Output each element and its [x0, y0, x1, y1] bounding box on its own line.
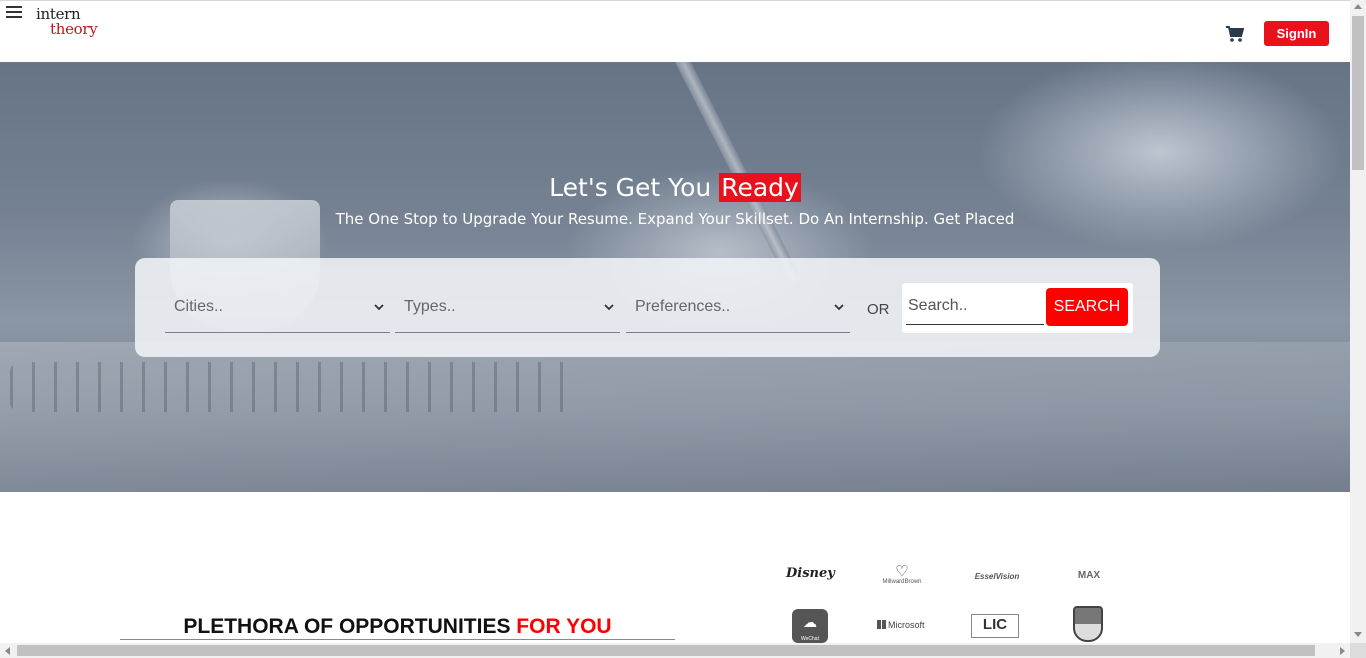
- cities-select[interactable]: Cities..: [165, 288, 390, 333]
- scroll-right-arrow-icon[interactable]: [1340, 647, 1345, 655]
- millward-brown-heart-icon: ♡: [895, 563, 909, 580]
- signin-button[interactable]: SignIn: [1264, 21, 1329, 46]
- vertical-scrollbar[interactable]: [1350, 0, 1366, 643]
- microsoft-logo: Microsoft: [877, 620, 929, 636]
- max-logo: MAX: [1077, 570, 1101, 581]
- scroll-down-arrow-icon[interactable]: [1354, 632, 1362, 637]
- microsoft-text: Microsoft: [888, 620, 925, 630]
- hero-title-highlight: Ready: [719, 173, 801, 202]
- search-panel: Cities.. Types.. Preferences.. OR SEARCH: [135, 258, 1160, 357]
- millward-brown-text: MillwardBrown: [882, 579, 922, 585]
- chevron-down-icon: [374, 304, 384, 311]
- wechat-logo: ☁ WeChat: [792, 609, 828, 643]
- horizontal-scroll-thumb[interactable]: [17, 645, 1315, 656]
- logo-line2: theory: [50, 20, 98, 38]
- cities-select-label: Cities..: [174, 298, 223, 315]
- types-select-label: Types..: [404, 298, 456, 315]
- disney-logo: Disney: [786, 566, 835, 581]
- millward-brown-logo: ♡ MillwardBrown: [876, 564, 928, 594]
- hero-title-text: Let's Get You: [549, 173, 720, 202]
- preferences-select-label: Preferences..: [635, 298, 731, 315]
- or-separator: OR: [867, 301, 890, 318]
- scroll-left-arrow-icon[interactable]: [5, 647, 10, 655]
- wechat-bubble-icon: ☁: [803, 614, 817, 630]
- essel-vision-logo: EsselVision: [974, 572, 1020, 581]
- preferences-select[interactable]: Preferences..: [626, 288, 850, 333]
- lic-logo: LIC: [971, 614, 1019, 638]
- hero-title: Let's Get You Ready: [0, 173, 1350, 202]
- vertical-scroll-thumb[interactable]: [1352, 16, 1364, 170]
- chevron-down-icon: [834, 304, 844, 311]
- scrollbar-corner: [1350, 643, 1366, 658]
- search-button[interactable]: SEARCH: [1046, 288, 1128, 326]
- opportunities-heading-accent: FOR YOU: [516, 615, 612, 638]
- chevron-down-icon: [604, 304, 614, 311]
- cart-icon[interactable]: [1226, 26, 1245, 43]
- menu-icon[interactable]: [6, 4, 22, 18]
- porsche-crest-icon: [1073, 606, 1103, 642]
- horizontal-scrollbar[interactable]: [0, 643, 1350, 658]
- microsoft-squares-icon: [877, 620, 886, 629]
- types-select[interactable]: Types..: [395, 288, 620, 333]
- top-navbar: intern theory SignIn: [0, 0, 1350, 62]
- search-field-wrapper: SEARCH: [902, 283, 1133, 333]
- wechat-text: WeChat: [801, 636, 819, 642]
- hero-subtitle: The One Stop to Upgrade Your Resume. Exp…: [335, 210, 1015, 228]
- page: intern theory SignIn Let's Get You Ready…: [0, 0, 1366, 658]
- scroll-up-arrow-icon[interactable]: [1354, 4, 1362, 9]
- opportunities-heading: PLETHORA OF OPPORTUNITIES FOR YOU: [120, 614, 675, 640]
- intern-theory-logo[interactable]: intern theory: [36, 5, 106, 45]
- hero-banner: Let's Get You Ready The One Stop to Upgr…: [0, 62, 1350, 492]
- opportunities-heading-main: PLETHORA OF OPPORTUNITIES: [183, 615, 517, 638]
- search-input[interactable]: [906, 287, 1044, 325]
